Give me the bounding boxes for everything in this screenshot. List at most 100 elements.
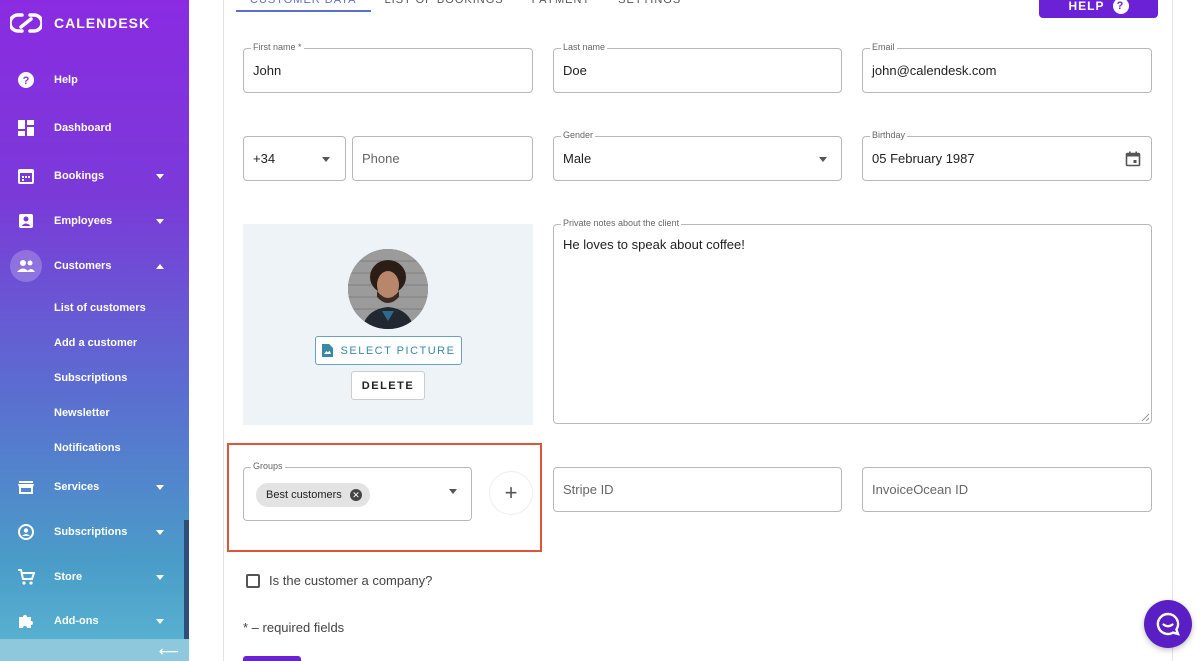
sidebar-subitem-notifications[interactable]: Notifications bbox=[54, 442, 121, 454]
logo-text: CALENDESK bbox=[54, 15, 151, 31]
gender-select[interactable]: Gender Male bbox=[553, 130, 842, 181]
subscription-icon bbox=[14, 520, 38, 544]
chevron-down-icon bbox=[156, 173, 164, 179]
sidebar-subitem-newsletter[interactable]: Newsletter bbox=[54, 407, 110, 419]
chevron-down-icon bbox=[819, 157, 827, 162]
tab-settings[interactable]: SETTINGS bbox=[604, 0, 695, 12]
tab-payment[interactable]: PAYMENT bbox=[518, 0, 605, 12]
dashboard-icon bbox=[14, 116, 38, 140]
group-chip[interactable]: Best customers ✕ bbox=[256, 483, 370, 507]
chevron-down-icon bbox=[156, 529, 164, 535]
private-notes-label: Private notes about the client bbox=[561, 218, 682, 228]
invoiceocean-id-placeholder: InvoiceOcean ID bbox=[872, 482, 969, 497]
email-field[interactable]: Email john@calendesk.com bbox=[862, 42, 1152, 93]
last-name-label: Last name bbox=[561, 42, 608, 52]
calendar-icon[interactable] bbox=[1125, 151, 1141, 172]
sidebar-subitem-add-customer[interactable]: Add a customer bbox=[54, 337, 137, 349]
sidebar-item-employees[interactable]: Employees bbox=[0, 203, 183, 239]
sidebar-item-customers[interactable]: Customers bbox=[0, 248, 183, 284]
help-button[interactable]: HELP ? bbox=[1039, 0, 1158, 18]
delete-picture-button[interactable]: DELETE bbox=[351, 371, 425, 400]
sidebar-item-dashboard[interactable]: Dashboard bbox=[0, 110, 183, 146]
sidebar-item-label: Dashboard bbox=[54, 122, 112, 134]
image-file-icon bbox=[321, 344, 333, 357]
sidebar-item-label: Store bbox=[54, 571, 83, 583]
tab-bar: CUSTOMER DATA LIST OF BOOKINGS PAYMENT S… bbox=[236, 0, 695, 12]
sidebar-item-label: Add-ons bbox=[54, 615, 99, 627]
birthday-field[interactable]: Birthday 05 February 1987 bbox=[862, 130, 1152, 181]
chevron-down-icon bbox=[156, 574, 164, 580]
calendar-icon bbox=[14, 164, 38, 188]
sidebar-item-label: Subscriptions bbox=[54, 526, 128, 538]
email-label: Email bbox=[870, 42, 897, 52]
sidebar-item-label: Services bbox=[54, 481, 100, 493]
sidebar-item-label: Customers bbox=[54, 260, 112, 272]
sidebar-subitem-subscriptions[interactable]: Subscriptions bbox=[54, 372, 127, 384]
chevron-down-icon bbox=[156, 218, 164, 224]
svg-text:?: ? bbox=[23, 75, 30, 87]
arrow-left-icon: ⟵ bbox=[158, 643, 179, 659]
chat-button[interactable] bbox=[1144, 600, 1192, 648]
select-picture-button[interactable]: SELECT PICTURE bbox=[315, 336, 462, 365]
private-notes-textarea[interactable]: Private notes about the client He loves … bbox=[553, 218, 1152, 424]
first-name-field[interactable]: First name * John bbox=[243, 42, 533, 93]
last-name-value: Doe bbox=[563, 63, 587, 78]
required-fields-note: * – required fields bbox=[243, 620, 345, 635]
gender-value: Male bbox=[563, 151, 592, 166]
chevron-down-icon bbox=[156, 484, 164, 490]
sidebar-item-label: Bookings bbox=[54, 170, 105, 182]
help-circle-icon: ? bbox=[14, 68, 38, 92]
group-chip-label: Best customers bbox=[266, 489, 342, 501]
select-picture-label: SELECT PICTURE bbox=[340, 344, 456, 357]
employee-badge-icon bbox=[14, 209, 38, 233]
sidebar-item-label: Help bbox=[54, 74, 78, 86]
birthday-value: 05 February 1987 bbox=[872, 151, 975, 166]
chevron-down-icon bbox=[322, 157, 330, 162]
email-value: john@calendesk.com bbox=[872, 63, 997, 78]
phone-input[interactable]: Phone bbox=[352, 136, 533, 181]
close-icon[interactable]: ✕ bbox=[350, 489, 362, 501]
tab-list-of-bookings[interactable]: LIST OF BOOKINGS bbox=[371, 0, 518, 12]
plus-icon: + bbox=[504, 480, 518, 505]
first-name-label: First name * bbox=[251, 42, 304, 52]
sidebar-item-bookings[interactable]: Bookings bbox=[0, 158, 183, 194]
first-name-value: John bbox=[253, 63, 282, 78]
sidebar-item-add-ons[interactable]: Add-ons bbox=[0, 603, 183, 639]
gender-label: Gender bbox=[561, 130, 596, 140]
chevron-up-icon bbox=[156, 263, 164, 269]
delete-label: DELETE bbox=[361, 379, 415, 392]
sidebar-collapse-bar[interactable]: ⟵ bbox=[0, 639, 189, 661]
invoiceocean-id-input[interactable]: InvoiceOcean ID bbox=[862, 467, 1152, 512]
sidebar-item-help[interactable]: ? Help bbox=[0, 62, 183, 98]
add-group-button[interactable]: + bbox=[489, 471, 533, 515]
logo[interactable]: CALENDESK bbox=[10, 12, 150, 34]
sidebar-item-label: Employees bbox=[54, 215, 113, 227]
stripe-id-input[interactable]: Stripe ID bbox=[553, 467, 842, 512]
private-notes-value: He loves to speak about coffee! bbox=[563, 237, 745, 252]
avatar bbox=[348, 249, 428, 329]
company-checkbox[interactable] bbox=[246, 574, 260, 588]
people-icon bbox=[14, 254, 38, 278]
chevron-down-icon bbox=[156, 618, 164, 624]
calendesk-logo-icon bbox=[10, 13, 42, 33]
phone-prefix-select[interactable]: +34 bbox=[243, 136, 346, 181]
store-icon bbox=[14, 475, 38, 499]
last-name-field[interactable]: Last name Doe bbox=[553, 42, 842, 93]
chat-bubble-icon bbox=[1156, 612, 1180, 636]
save-button[interactable] bbox=[243, 656, 301, 661]
sidebar-item-services[interactable]: Services bbox=[0, 469, 183, 505]
sidebar-item-store[interactable]: Store bbox=[0, 559, 183, 595]
phone-placeholder: Phone bbox=[362, 151, 400, 166]
puzzle-icon bbox=[14, 609, 38, 633]
resize-handle-icon[interactable] bbox=[1141, 413, 1149, 421]
sidebar-item-subscriptions[interactable]: Subscriptions bbox=[0, 514, 183, 550]
tab-customer-data[interactable]: CUSTOMER DATA bbox=[236, 0, 371, 12]
chevron-down-icon bbox=[449, 489, 457, 494]
phone-prefix-value: +34 bbox=[253, 151, 276, 166]
stripe-id-placeholder: Stripe ID bbox=[563, 482, 614, 497]
sidebar-subitem-list-of-customers[interactable]: List of customers bbox=[54, 302, 146, 314]
sidebar-scrollbar[interactable] bbox=[184, 520, 189, 640]
company-checkbox-label[interactable]: Is the customer a company? bbox=[269, 573, 432, 588]
cart-icon bbox=[14, 565, 38, 589]
groups-label: Groups bbox=[251, 461, 285, 471]
